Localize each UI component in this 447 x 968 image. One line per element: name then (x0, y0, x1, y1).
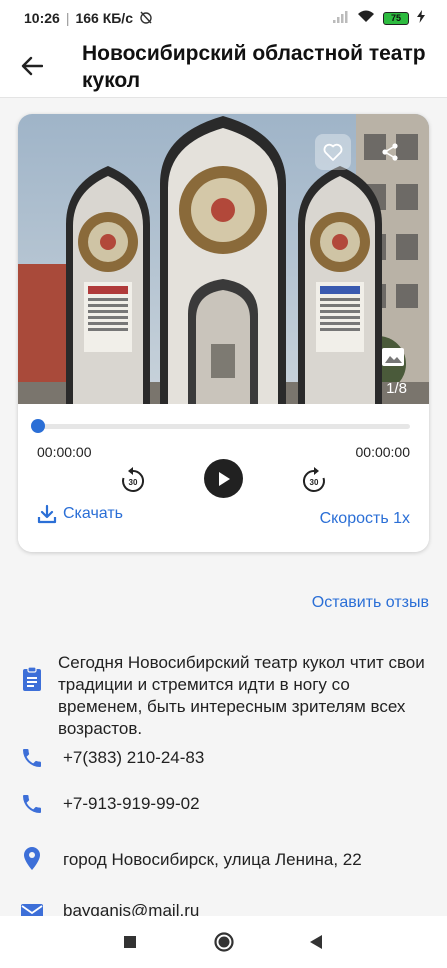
download-icon (37, 504, 57, 524)
status-time: 10:26 (24, 10, 60, 26)
progress-thumb[interactable] (31, 419, 45, 433)
phone-2-link[interactable]: +7-913-919-99-02 (63, 793, 200, 815)
back-nav-button[interactable] (304, 930, 328, 954)
forward-30-icon: 30 (302, 467, 325, 492)
wifi-icon (357, 10, 375, 26)
arrow-left-icon (21, 56, 43, 76)
favorite-button[interactable] (315, 134, 351, 170)
signal-icon (333, 10, 349, 26)
system-nav-bar (0, 916, 447, 968)
forward-30-button[interactable]: 30 (300, 466, 328, 494)
circle-icon (214, 932, 234, 952)
download-button[interactable]: Скачать (37, 504, 123, 524)
progress-track[interactable] (36, 424, 410, 429)
description-text: Сегодня Новосибирский театр кукол чтит с… (58, 653, 425, 738)
play-icon (218, 471, 230, 486)
battery-icon: 75 (383, 11, 409, 25)
rewind-30-button[interactable]: 30 (119, 466, 147, 494)
download-label: Скачать (63, 505, 123, 522)
home-button[interactable] (212, 930, 236, 954)
triangle-back-icon (310, 935, 322, 949)
theatre-image (18, 114, 429, 404)
charging-icon (417, 10, 425, 26)
rewind-seconds-label: 30 (129, 478, 138, 487)
status-separator: | (65, 10, 70, 26)
speed-button[interactable]: Скорость 1x (320, 510, 410, 528)
phone-icon (20, 746, 44, 770)
address-text[interactable]: город Новосибирск, улица Ленина, 22 (63, 849, 362, 871)
back-button[interactable] (18, 52, 46, 80)
current-time: 00:00:00 (37, 444, 92, 460)
media-card: 1/8 00:00:00 00:00:00 30 30 Скачать Скор… (18, 114, 429, 552)
share-icon (382, 143, 398, 161)
location-pin-icon (20, 846, 44, 870)
audio-player: 00:00:00 00:00:00 30 30 Скачать Скорость… (18, 404, 429, 552)
page-title: Новосибирский областной театр кукол (82, 42, 426, 92)
phone-icon-2 (20, 792, 44, 816)
play-button[interactable] (204, 459, 243, 498)
theatre-photo[interactable]: 1/8 (18, 114, 429, 404)
gallery-icon[interactable] (380, 346, 406, 368)
forward-seconds-label: 30 (310, 478, 319, 487)
total-time: 00:00:00 (355, 444, 411, 460)
status-bar: 10:26 | 166 КБ/с 75 (0, 0, 447, 36)
leave-review-link[interactable]: Оставить отзыв (312, 594, 429, 612)
image-icon (382, 348, 404, 366)
status-right: 75 (333, 10, 425, 26)
status-left: 10:26 | 166 КБ/с (24, 10, 153, 27)
network-speed: 166 КБ/с (75, 10, 133, 26)
square-icon (124, 936, 136, 948)
alarm-off-icon (139, 10, 153, 27)
phone-1-link[interactable]: +7(383) 210-24-83 (63, 747, 204, 769)
photo-counter: 1/8 (386, 380, 407, 397)
description-icon (20, 666, 44, 691)
replay-30-icon: 30 (122, 467, 145, 492)
share-button[interactable] (372, 134, 408, 170)
heart-icon (323, 143, 343, 161)
app-header: Новосибирский областной театр кукол (0, 36, 447, 98)
recents-button[interactable] (118, 930, 142, 954)
